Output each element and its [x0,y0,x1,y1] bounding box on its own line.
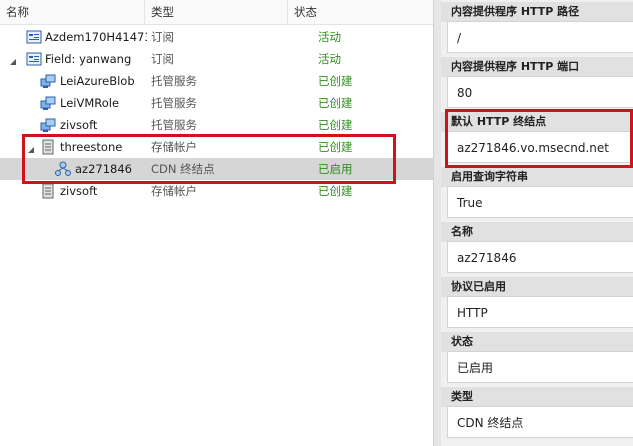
tree-row[interactable]: LeiVMRole 托管服务 已创建 [0,92,433,114]
storage-account-icon [40,139,56,155]
prop-value-field[interactable]: 已启用 [447,351,633,383]
prop-label: 内容提供程序 HTTP 端口 [441,57,633,77]
prop-value-field[interactable]: az271846.vo.msecnd.net [447,131,633,163]
prop-value-field[interactable]: 80 [447,76,633,108]
row-name: Field: yanwang [45,52,132,66]
prop-value-field[interactable]: CDN 终结点 [447,406,633,438]
row-type: 托管服务 [151,96,197,110]
row-status: 已创建 [318,118,353,132]
row-type: 存储帐户 [151,140,197,154]
tree-row[interactable]: LeiAzureBlob 托管服务 已创建 [0,70,433,92]
row-type: 托管服务 [151,74,197,88]
hosted-service-icon [40,95,56,111]
prop-value-field[interactable]: az271846 [447,241,633,273]
row-status: 已创建 [318,184,353,198]
row-status: 已启用 [318,162,353,176]
tree-row[interactable]: zivsoft 托管服务 已创建 [0,114,433,136]
prop-label: 协议已启用 [441,277,633,297]
collapse-arrow-icon[interactable] [27,143,35,153]
prop-label: 状态 [441,332,633,352]
row-status: 活动 [318,52,341,66]
tree-row[interactable]: zivsoft 存储帐户 已创建 [0,180,433,202]
collapse-arrow-icon[interactable] [9,55,17,65]
row-status: 已创建 [318,140,353,154]
column-header-status[interactable]: 状态 [288,0,433,24]
tree-row[interactable]: Azdem170H41473 订阅 活动 [0,26,433,48]
row-status: 已创建 [318,74,353,88]
panel-splitter[interactable] [433,0,441,446]
prop-label: 名称 [441,222,633,242]
tree-header: 名称 类型 状态 [0,0,433,25]
prop-value-field[interactable]: True [447,186,633,218]
tree-view: 名称 类型 状态 Azdem170H41473 订阅 活动 Field: yan… [0,0,433,446]
row-status: 活动 [318,30,341,44]
tree-row[interactable]: Field: yanwang 订阅 活动 [0,48,433,70]
row-type: 托管服务 [151,118,197,132]
row-type: CDN 终结点 [151,162,215,176]
row-type: 存储帐户 [151,184,197,198]
subscription-icon [26,51,42,67]
storage-account-icon [40,183,56,199]
hosted-service-icon [40,73,56,89]
column-header-name[interactable]: 名称 [0,0,145,24]
hosted-service-icon [40,117,56,133]
row-status: 已创建 [318,96,353,110]
prop-label: 内容提供程序 HTTP 路径 [441,2,633,22]
prop-label: 启用查询字符串 [441,167,633,187]
tree-row[interactable]: threestone 存储帐户 已创建 [0,136,433,158]
row-name: Azdem170H41473 [45,30,147,44]
prop-label: 类型 [441,387,633,407]
cdn-endpoint-icon [55,161,71,177]
prop-value-field[interactable]: HTTP [447,296,633,328]
tree-row-selected[interactable]: az271846 CDN 终结点 已启用 [0,158,433,180]
column-header-type[interactable]: 类型 [145,0,288,24]
row-type: 订阅 [151,52,174,66]
subscription-icon [26,29,42,45]
prop-label: 默认 HTTP 终结点 [441,112,633,132]
row-type: 订阅 [151,30,174,44]
prop-value-field[interactable]: / [447,21,633,53]
